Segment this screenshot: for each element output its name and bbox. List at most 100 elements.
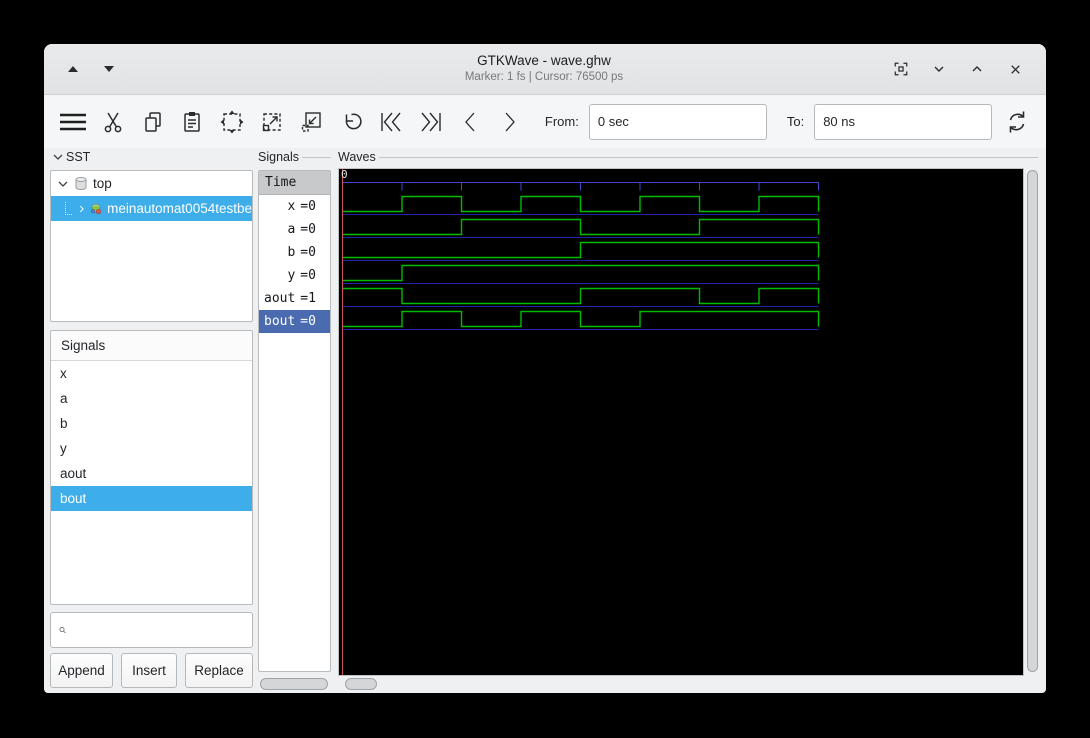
- previous-edge-button[interactable]: [455, 102, 485, 142]
- from-label: From:: [545, 114, 579, 129]
- value-row-y[interactable]: y =0: [259, 264, 330, 287]
- signals-hscrollbar-thumb[interactable]: [260, 678, 328, 690]
- signal-name: y: [264, 268, 295, 283]
- titlebar: GTKWave - wave.ghw Marker: 1 fs | Cursor…: [44, 44, 1046, 95]
- value-row-a[interactable]: a=0: [259, 218, 330, 241]
- minimize-button[interactable]: [928, 58, 950, 80]
- append-button-label: Append: [58, 663, 105, 678]
- wave-trace-x: [343, 197, 819, 212]
- go-to-end-button[interactable]: [416, 102, 446, 142]
- insert-button[interactable]: Insert: [121, 653, 177, 688]
- skip-to-end-icon: [417, 109, 445, 135]
- signal-value: =1: [300, 291, 316, 306]
- reload-icon: [1003, 108, 1031, 136]
- expander-down-icon: [57, 178, 69, 190]
- signal-name: b: [264, 245, 295, 260]
- chevron-up-icon: [969, 61, 985, 77]
- shade-down-button[interactable]: [98, 58, 120, 80]
- sst-expander[interactable]: SST: [52, 150, 252, 164]
- zoom-fit-icon: [219, 109, 245, 135]
- signal-list-header: Signals: [51, 331, 252, 361]
- list-item-bout[interactable]: bout: [51, 486, 252, 511]
- chevron-left-icon: [458, 109, 482, 135]
- waves-vscrollbar[interactable]: [1026, 168, 1039, 676]
- list-item-x[interactable]: x: [51, 361, 252, 386]
- signal-value: =0: [300, 268, 316, 283]
- copy-icon: [140, 109, 166, 135]
- list-item-a[interactable]: a: [51, 386, 252, 411]
- append-button[interactable]: Append: [50, 653, 113, 688]
- value-row-x[interactable]: x =0: [259, 195, 330, 218]
- window-title: GTKWave - wave.ghw: [242, 53, 846, 70]
- signal-search-list: Signals xabyaoutbout: [50, 330, 253, 605]
- list-item-b[interactable]: b: [51, 411, 252, 436]
- triangle-up-icon: [67, 65, 79, 73]
- wave-trace-bout: [343, 312, 819, 327]
- undo-icon: [338, 109, 364, 135]
- value-row-bout[interactable]: bout=0: [259, 310, 330, 333]
- signals-pane-label-row: Signals: [258, 150, 331, 164]
- close-button[interactable]: [1004, 58, 1026, 80]
- zoom-out-button[interactable]: [297, 102, 327, 142]
- tree-item-testbench[interactable]: meinautomat0054testbe: [51, 196, 252, 221]
- ruler-start-label: 0: [341, 168, 348, 181]
- gtkwave-window: GTKWave - wave.ghw Marker: 1 fs | Cursor…: [44, 44, 1046, 693]
- close-icon: [1008, 62, 1023, 77]
- signal-value: =0: [300, 199, 316, 214]
- database-cylinder-icon: [74, 176, 88, 191]
- search-icon: [59, 623, 66, 637]
- frame-hairline: [302, 157, 331, 158]
- value-row-aout[interactable]: aout =1: [259, 287, 330, 310]
- sst-tree: top meinautomat0054testbe: [50, 170, 253, 322]
- signal-list-items: xabyaoutbout: [51, 361, 252, 511]
- reload-button[interactable]: [1002, 102, 1032, 142]
- waves-vscrollbar-thumb[interactable]: [1027, 170, 1038, 672]
- wave-trace-aout: [343, 289, 819, 304]
- signal-name: x: [264, 199, 295, 214]
- waves-hscrollbar-thumb[interactable]: [345, 678, 377, 690]
- replace-button[interactable]: Replace: [185, 653, 253, 688]
- waves-pane-label: Waves: [338, 150, 376, 164]
- wave-trace-a: [343, 220, 819, 235]
- wave-canvas[interactable]: [339, 169, 1023, 675]
- to-input[interactable]: [814, 104, 992, 140]
- signal-value: =0: [300, 222, 316, 237]
- menu-button[interactable]: [58, 102, 88, 142]
- copy-button[interactable]: [138, 102, 168, 142]
- cut-scissors-icon: [100, 109, 126, 135]
- expander-down-icon: [52, 151, 64, 163]
- list-item-y[interactable]: y: [51, 436, 252, 461]
- signals-pane-label: Signals: [258, 150, 299, 164]
- signal-name: aout: [264, 291, 295, 306]
- next-edge-button[interactable]: [495, 102, 525, 142]
- fullscreen-button[interactable]: [890, 58, 912, 80]
- zoom-in-button[interactable]: [257, 102, 287, 142]
- tree-item-label: top: [93, 176, 112, 191]
- chevron-right-icon: [498, 109, 522, 135]
- tree-connector: [65, 202, 72, 215]
- undo-button[interactable]: [336, 102, 366, 142]
- list-item-aout[interactable]: aout: [51, 461, 252, 486]
- from-input[interactable]: [589, 104, 767, 140]
- go-to-start-button[interactable]: [376, 102, 406, 142]
- signal-name: bout: [264, 314, 295, 329]
- time-header: Time: [259, 171, 330, 195]
- paste-button[interactable]: [177, 102, 207, 142]
- time-header-label: Time: [265, 175, 296, 190]
- values-rows: x=0a=0b=0y=0aout=1bout=0: [259, 195, 330, 333]
- signal-search[interactable]: [50, 612, 253, 648]
- shade-up-button[interactable]: [62, 58, 84, 80]
- zoom-fit-button[interactable]: [217, 102, 247, 142]
- triangle-down-icon: [103, 65, 115, 73]
- search-input[interactable]: [72, 622, 252, 639]
- marker-cursor-status: Marker: 1 fs | Cursor: 76500 ps: [242, 70, 846, 84]
- tree-item-top[interactable]: top: [51, 171, 252, 196]
- wave-display[interactable]: 0: [338, 168, 1024, 676]
- cut-button[interactable]: [98, 102, 128, 142]
- wave-trace-b: [343, 243, 819, 258]
- maximize-button[interactable]: [966, 58, 988, 80]
- tree-item-label: meinautomat0054testbe: [107, 201, 252, 216]
- paste-clipboard-icon: [179, 109, 205, 135]
- toolbar: From: To:: [44, 95, 1046, 148]
- value-row-b[interactable]: b=0: [259, 241, 330, 264]
